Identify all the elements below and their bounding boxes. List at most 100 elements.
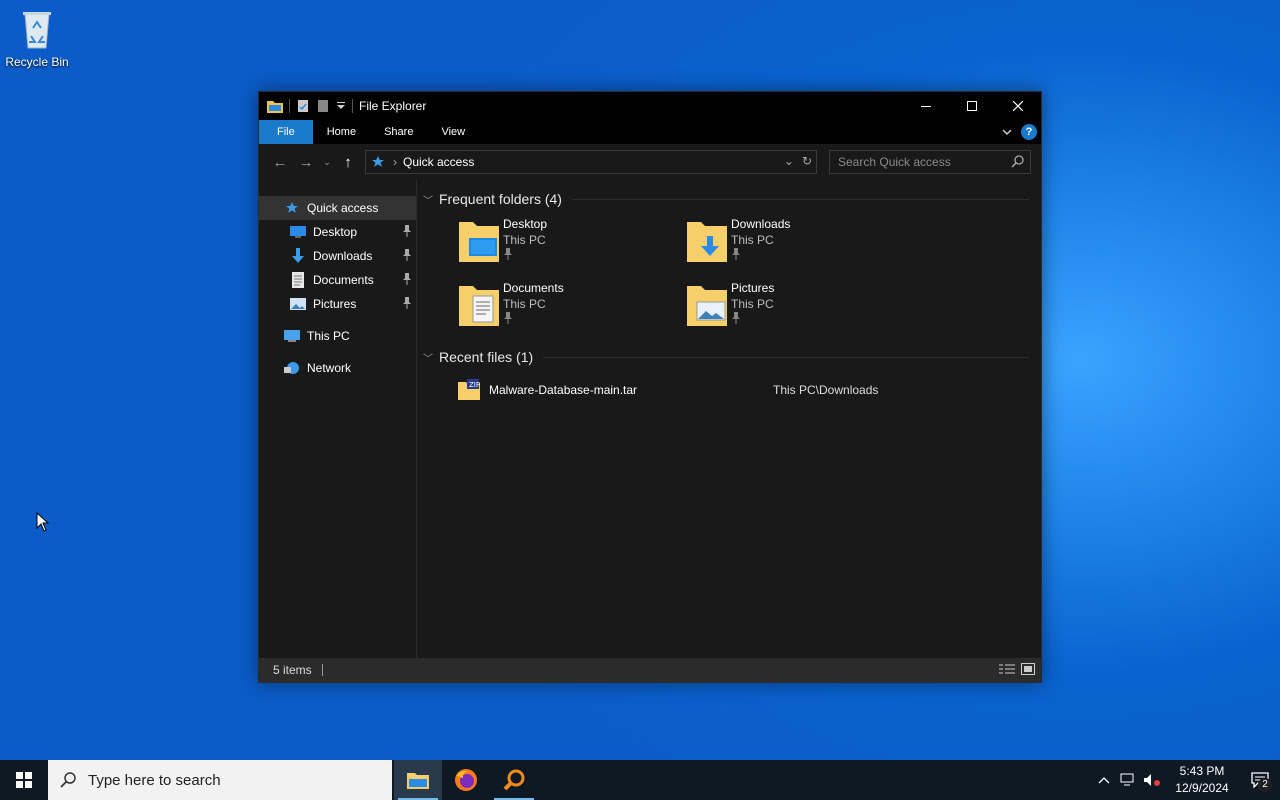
window-title: File Explorer bbox=[359, 99, 427, 113]
svg-text:ZIP: ZIP bbox=[469, 381, 480, 389]
nav-item-label: Pictures bbox=[313, 297, 357, 311]
notification-count-badge: 2 bbox=[1258, 778, 1272, 792]
network-disconnected-icon bbox=[1120, 773, 1134, 786]
minimize-button[interactable] bbox=[903, 92, 949, 120]
customize-toolbar-icon[interactable] bbox=[336, 101, 346, 111]
navigation-pane: Quick access Desktop Downloads Documents… bbox=[259, 180, 417, 658]
address-path[interactable]: Quick access bbox=[403, 155, 474, 169]
maximize-icon bbox=[967, 101, 977, 111]
firefox-icon bbox=[455, 769, 477, 791]
pin-icon[interactable] bbox=[402, 273, 412, 285]
folder-name: Pictures bbox=[731, 281, 775, 295]
nav-item-downloads[interactable]: Downloads bbox=[259, 244, 416, 268]
nav-item-this-pc[interactable]: This PC bbox=[259, 324, 416, 348]
nav-item-documents[interactable]: Documents bbox=[259, 268, 416, 292]
collapse-caret-icon[interactable]: ﹀ bbox=[423, 192, 437, 207]
recent-files-header[interactable]: ﹀ Recent files (1) bbox=[423, 346, 1041, 368]
taskbar-search-box[interactable]: Type here to search bbox=[48, 760, 392, 800]
clock[interactable]: 5:43 PM 12/9/2024 bbox=[1164, 763, 1240, 797]
documents-folder-icon bbox=[459, 286, 499, 326]
details-view-icon[interactable] bbox=[999, 663, 1015, 675]
downloads-folder-icon bbox=[687, 222, 727, 262]
title-bar[interactable]: File Explorer bbox=[259, 92, 1041, 120]
nav-item-network[interactable]: Network bbox=[259, 356, 416, 380]
pin-icon bbox=[732, 312, 740, 324]
pin-icon[interactable] bbox=[402, 297, 412, 309]
nav-item-label: Downloads bbox=[313, 249, 373, 263]
folder-name: Desktop bbox=[503, 217, 548, 231]
file-location: This PC\Downloads bbox=[773, 383, 879, 397]
frequent-folders-grid: Desktop This PC Downloads This PC Document… bbox=[457, 216, 1041, 328]
search-icon[interactable] bbox=[1011, 155, 1024, 168]
network-status-button[interactable] bbox=[1116, 773, 1140, 787]
minimize-icon bbox=[921, 106, 931, 107]
ribbon-tabs: File Home Share View ? bbox=[259, 120, 1041, 144]
folder-tile-desktop[interactable]: Desktop This PC bbox=[457, 216, 685, 264]
search-box[interactable] bbox=[829, 150, 1031, 174]
collapse-caret-icon[interactable]: ﹀ bbox=[423, 350, 437, 365]
address-bar[interactable]: › Quick access ⌄ ↻ bbox=[365, 150, 817, 174]
folder-name: Documents bbox=[503, 281, 564, 295]
pin-icon bbox=[504, 312, 512, 324]
volume-button[interactable] bbox=[1140, 773, 1164, 787]
nav-item-quick-access[interactable]: Quick access bbox=[259, 196, 416, 220]
recycle-bin-label: Recycle Bin bbox=[5, 55, 69, 69]
expand-ribbon-icon[interactable] bbox=[1001, 126, 1013, 138]
help-button[interactable]: ? bbox=[1021, 124, 1037, 140]
nav-item-pictures[interactable]: Pictures bbox=[259, 292, 416, 316]
folder-location: This PC bbox=[731, 297, 774, 311]
folder-tile-documents[interactable]: Documents This PC bbox=[457, 280, 685, 328]
recycle-bin-icon bbox=[23, 12, 51, 49]
address-dropdown-icon[interactable]: ⌄ bbox=[784, 154, 794, 168]
taskbar-search-placeholder: Type here to search bbox=[88, 771, 221, 789]
properties-icon[interactable] bbox=[296, 99, 310, 113]
tar-archive-file-icon: ZIP bbox=[458, 379, 480, 400]
tab-home[interactable]: Home bbox=[313, 120, 370, 144]
file-explorer-window: File Explorer File Home Share View ? ← →… bbox=[258, 91, 1042, 683]
volume-muted-icon bbox=[1144, 774, 1160, 786]
back-button[interactable]: ← bbox=[267, 149, 293, 175]
large-icons-view-icon[interactable] bbox=[1021, 663, 1035, 675]
clock-time: 5:43 PM bbox=[1179, 764, 1225, 778]
up-button[interactable]: ↑ bbox=[335, 149, 361, 175]
tab-share[interactable]: Share bbox=[370, 120, 427, 144]
tab-view[interactable]: View bbox=[427, 120, 479, 144]
folder-app-icon bbox=[267, 101, 283, 113]
network-icon bbox=[283, 360, 301, 376]
taskbar-search-tool-button[interactable] bbox=[490, 760, 538, 800]
forward-button[interactable]: → bbox=[293, 149, 319, 175]
group-title: Frequent folders (4) bbox=[439, 191, 562, 207]
pin-icon bbox=[732, 248, 740, 260]
recycle-bin-desktop-icon[interactable]: Recycle Bin bbox=[4, 6, 70, 69]
taskbar-file-explorer-button[interactable] bbox=[394, 760, 442, 800]
frequent-folders-header[interactable]: ﹀ Frequent folders (4) bbox=[423, 188, 1041, 210]
nav-item-label: Desktop bbox=[313, 225, 358, 239]
nav-item-label: This PC bbox=[307, 329, 350, 343]
start-button[interactable] bbox=[0, 760, 48, 800]
tab-file[interactable]: File bbox=[259, 120, 313, 144]
action-center-button[interactable]: 2 bbox=[1240, 772, 1280, 792]
show-hidden-icons-button[interactable] bbox=[1092, 776, 1116, 784]
pin-icon[interactable] bbox=[402, 249, 412, 261]
refresh-icon[interactable]: ↻ bbox=[802, 154, 812, 168]
quick-access-icon bbox=[283, 200, 301, 216]
item-count: 5 items bbox=[273, 663, 312, 677]
nav-item-desktop[interactable]: Desktop bbox=[259, 220, 416, 244]
nav-item-label: Network bbox=[307, 361, 352, 375]
taskbar-firefox-button[interactable] bbox=[442, 760, 490, 800]
list-item[interactable]: ZIP Malware-Database-main.tar This PC\Do… bbox=[457, 378, 1041, 402]
close-button[interactable] bbox=[995, 92, 1041, 120]
breadcrumb-separator-icon[interactable]: › bbox=[393, 155, 397, 169]
folder-location: This PC bbox=[503, 297, 546, 311]
maximize-button[interactable] bbox=[949, 92, 995, 120]
recent-locations-button[interactable]: ⌄ bbox=[319, 149, 335, 175]
pin-icon[interactable] bbox=[402, 225, 412, 237]
search-input[interactable] bbox=[838, 155, 1008, 169]
folder-tile-pictures[interactable]: Pictures This PC bbox=[685, 280, 913, 328]
pictures-folder-icon bbox=[687, 286, 727, 326]
pictures-icon bbox=[289, 296, 307, 312]
magnifier-app-icon bbox=[503, 769, 525, 791]
new-folder-icon[interactable] bbox=[316, 99, 330, 113]
folder-tile-downloads[interactable]: Downloads This PC bbox=[685, 216, 913, 264]
windows-logo-icon bbox=[16, 772, 32, 788]
